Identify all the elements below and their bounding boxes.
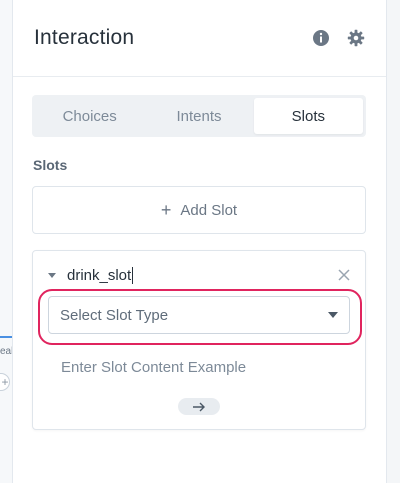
dropdown-caret-icon (328, 312, 338, 318)
submit-example-button[interactable] (178, 398, 220, 415)
tab-slots[interactable]: Slots (253, 98, 363, 134)
slot-example-input[interactable]: Enter Slot Content Example (61, 359, 246, 376)
add-slot-label: Add Slot (180, 201, 238, 219)
slot-name-input[interactable]: drink_slot (67, 266, 134, 284)
tab-choices[interactable]: Choices (35, 98, 144, 134)
gear-icon[interactable] (347, 29, 365, 47)
interaction-panel: Interaction Choices Intents Slots Slots … (12, 0, 387, 483)
tab-bar: Choices Intents Slots (32, 95, 366, 137)
slot-header: drink_slot (47, 265, 351, 285)
info-icon[interactable] (312, 29, 330, 47)
slots-section-label: Slots (33, 157, 68, 173)
canvas-edge (0, 0, 12, 483)
slot-type-select[interactable]: Select Slot Type (48, 296, 350, 334)
panel-title: Interaction (34, 26, 135, 49)
close-icon[interactable] (337, 268, 351, 282)
caret-down-icon[interactable] (47, 270, 57, 280)
plus-icon: + (160, 199, 172, 220)
arrow-right-icon (193, 402, 205, 411)
slot-type-select-value: Select Slot Type (60, 306, 169, 324)
add-slot-button[interactable]: + Add Slot (32, 186, 366, 234)
slot-card: drink_slot Select Slot Type Enter Slot C… (32, 250, 366, 430)
tab-intents[interactable]: Intents (144, 98, 253, 134)
right-gutter (388, 0, 400, 483)
panel-header: Interaction (13, 0, 386, 77)
canvas-connection-line (0, 336, 12, 338)
